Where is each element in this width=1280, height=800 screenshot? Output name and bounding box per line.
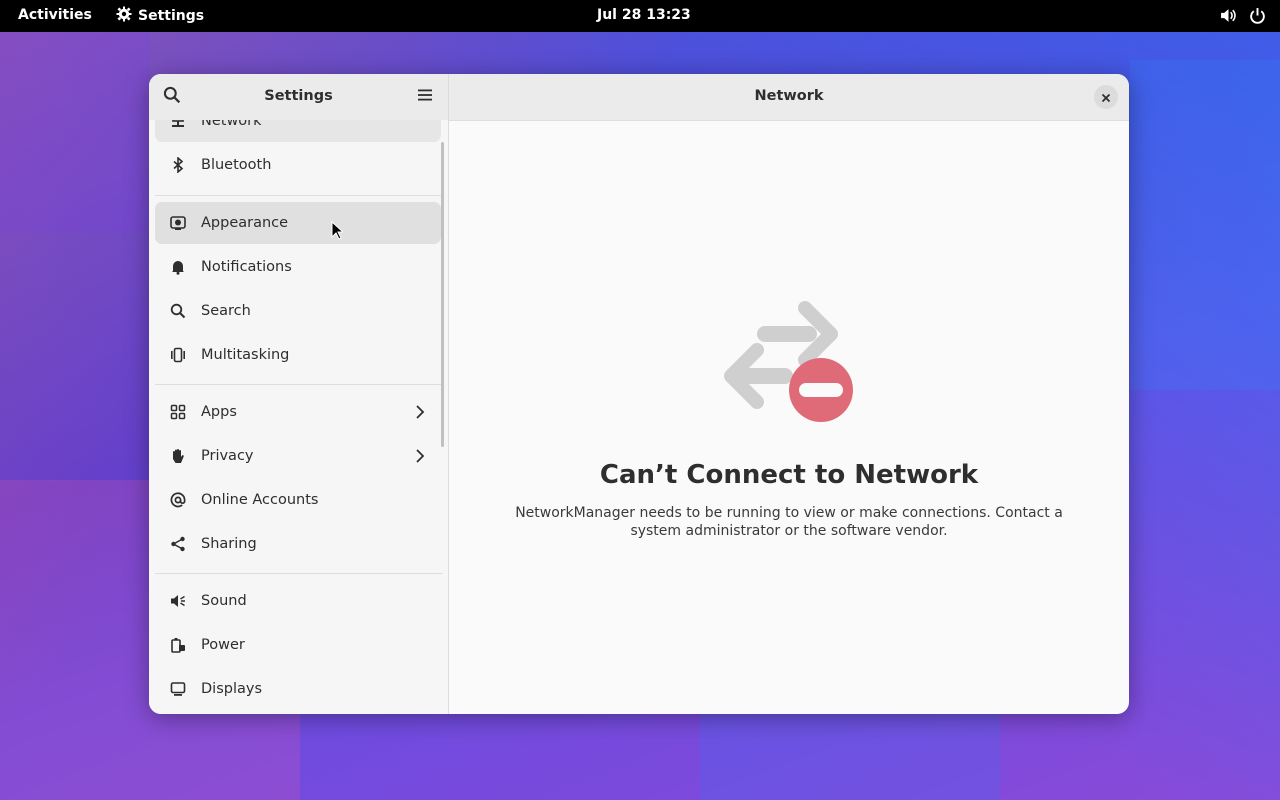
sidebar-item-search[interactable]: Search: [155, 290, 441, 332]
bell-icon: [169, 258, 187, 276]
sidebar-title: Settings: [264, 88, 333, 104]
sidebar: Settings Network Bluetooth Appearance No…: [149, 74, 449, 714]
close-button[interactable]: [1094, 85, 1118, 109]
power-icon: [1249, 7, 1266, 28]
sidebar-item-multitasking[interactable]: Multitasking: [155, 334, 441, 376]
sidebar-item-appearance[interactable]: Appearance: [155, 202, 441, 244]
app-menu[interactable]: Settings: [116, 6, 204, 26]
empty-state-description: NetworkManager needs to be running to vi…: [515, 505, 1063, 539]
sidebar-item-label: Power: [201, 637, 245, 653]
sidebar-item-label: Apps: [201, 404, 237, 420]
wallpaper-tile: [0, 32, 150, 232]
top-bar: Activities Settings Jul 28 13:23: [0, 0, 1280, 32]
apps-grid-icon: [169, 403, 187, 421]
content-header: Network: [449, 74, 1129, 121]
sidebar-item-label: Displays: [201, 681, 263, 697]
sidebar-item-label: Sharing: [201, 536, 257, 552]
settings-window: Settings Network Bluetooth Appearance No…: [149, 74, 1129, 714]
share-icon: [169, 535, 187, 553]
settings-list: Network Bluetooth Appearance Notificatio…: [149, 120, 448, 714]
network-icon: [169, 120, 187, 130]
divider: [155, 195, 443, 196]
mouse-cursor-icon: [331, 220, 345, 245]
bluetooth-icon: [169, 156, 187, 174]
divider: [155, 573, 443, 574]
activities-button[interactable]: Activities: [18, 7, 92, 23]
sidebar-item-sharing[interactable]: Sharing: [155, 523, 441, 565]
volume-icon: [1220, 7, 1237, 28]
sidebar-item-label: Multitasking: [201, 347, 290, 363]
multitasking-icon: [169, 346, 187, 364]
close-icon: [1101, 88, 1111, 107]
search-icon: [169, 302, 187, 320]
sidebar-item-online-accounts[interactable]: Online Accounts: [155, 479, 441, 521]
network-error-icon: [721, 300, 857, 434]
sidebar-item-notifications[interactable]: Notifications: [155, 246, 441, 288]
sidebar-item-label: Search: [201, 303, 251, 319]
display-icon: [169, 680, 187, 698]
sidebar-item-privacy[interactable]: Privacy: [155, 435, 441, 477]
battery-plug-icon: [169, 636, 187, 654]
chevron-right-icon: [413, 404, 427, 424]
sidebar-item-label: Sound: [201, 593, 247, 609]
wallpaper-tile: [1130, 60, 1280, 390]
hand-icon: [169, 447, 187, 465]
divider: [155, 384, 443, 385]
sidebar-item-label: Notifications: [201, 259, 292, 275]
main-menu-button[interactable]: [413, 85, 437, 109]
app-name: Settings: [138, 8, 205, 24]
clock[interactable]: Jul 28 13:23: [597, 7, 691, 23]
sidebar-item-network[interactable]: Network: [155, 120, 441, 142]
sidebar-item-displays[interactable]: Displays: [155, 668, 441, 710]
sidebar-header: Settings: [149, 74, 448, 120]
sidebar-scrollbar[interactable]: [441, 142, 444, 447]
sidebar-item-power[interactable]: Power: [155, 624, 441, 666]
wallpaper-tile: [700, 714, 1000, 800]
system-menu[interactable]: [1220, 7, 1266, 28]
page-title: Network: [754, 88, 824, 104]
empty-state-heading: Can’t Connect to Network: [599, 460, 979, 490]
sidebar-item-label: Network: [201, 120, 262, 129]
gear-icon: [116, 6, 132, 26]
sidebar-item-label: Privacy: [201, 448, 254, 464]
hamburger-icon: [417, 87, 433, 107]
sidebar-item-label: Appearance: [201, 215, 289, 231]
chevron-right-icon: [413, 448, 427, 468]
sidebar-item-apps[interactable]: Apps: [155, 391, 441, 433]
sidebar-item-bluetooth[interactable]: Bluetooth: [155, 144, 441, 186]
sidebar-item-label: Online Accounts: [201, 492, 319, 508]
sidebar-item-sound[interactable]: Sound: [155, 580, 441, 622]
speaker-icon: [169, 592, 187, 610]
appearance-icon: [169, 214, 187, 232]
sidebar-item-label: Bluetooth: [201, 157, 272, 173]
at-icon: [169, 491, 187, 509]
